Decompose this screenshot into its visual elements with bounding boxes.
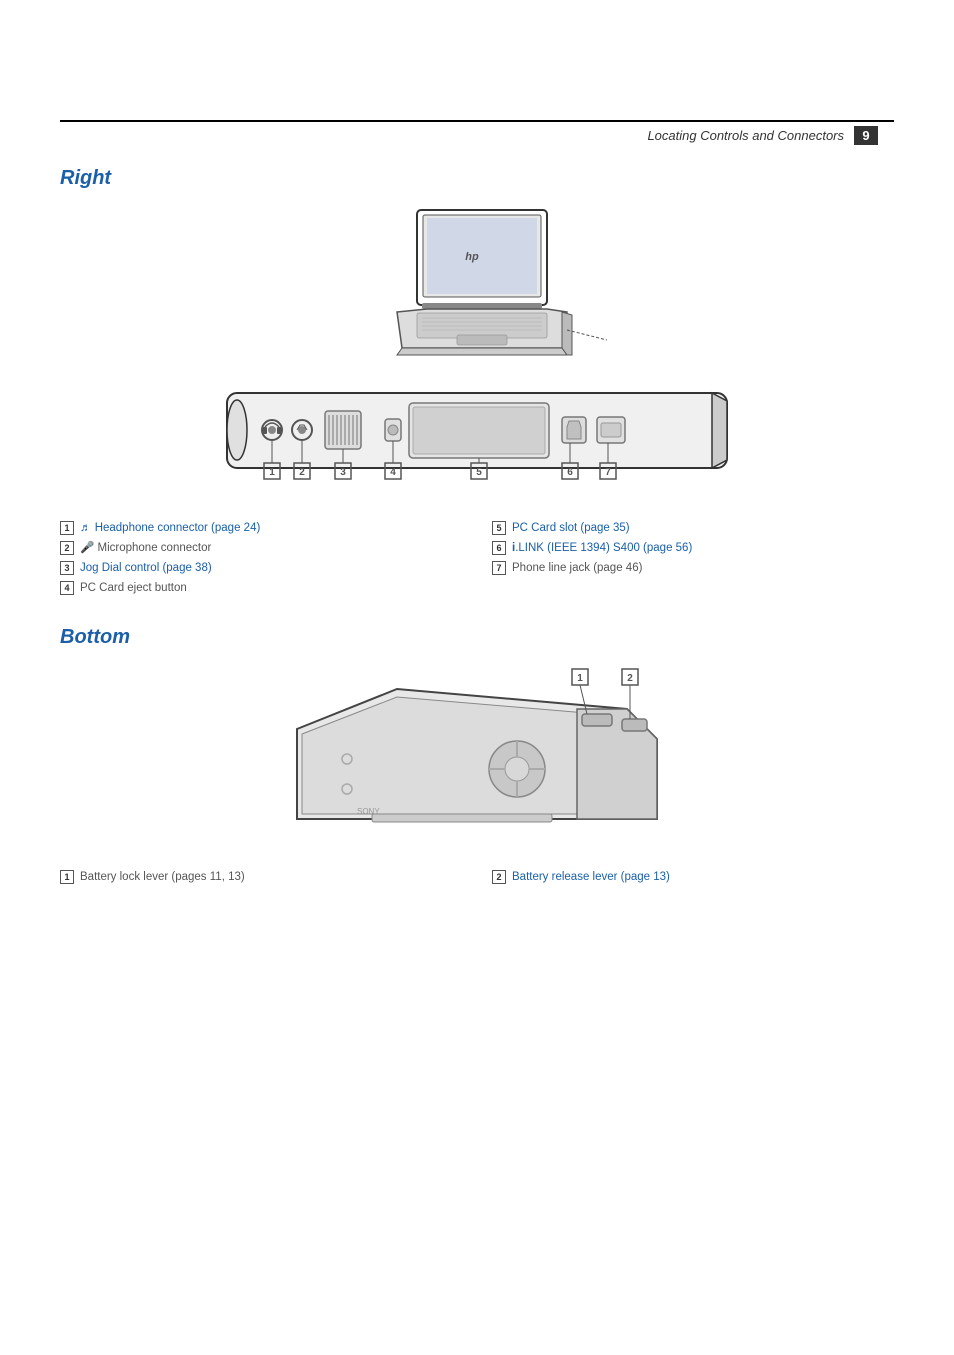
label-num-6: 6 [492, 541, 506, 555]
svg-text:1: 1 [577, 673, 583, 684]
label-item-2: 2 🎤 Microphone connector [60, 540, 462, 556]
label-text-6: i.LINK (IEEE 1394) S400 (page 56) [512, 540, 692, 556]
svg-text:2: 2 [299, 467, 305, 478]
svg-text:hp: hp [465, 251, 479, 263]
svg-text:3: 3 [340, 467, 346, 478]
label-item-1: 1 ♬ Headphone connector (page 24) [60, 520, 462, 536]
page-container: Locating Controls and Connectors 9 Right… [0, 120, 954, 1355]
label-text-2: 🎤 Microphone connector [80, 540, 211, 556]
right-labels-grid: 1 ♬ Headphone connector (page 24) 5 PC C… [60, 520, 894, 596]
right-section-heading: Right [60, 167, 894, 190]
header-bar: Locating Controls and Connectors 9 [60, 120, 894, 149]
bottom-diagram-area: 1 2 SONY [60, 659, 894, 859]
bottom-label-text-1: Battery lock lever (pages 11, 13) [80, 869, 245, 885]
label-num-3: 3 [60, 561, 74, 575]
page-number: 9 [854, 126, 878, 145]
label-num-1: 1 [60, 521, 74, 535]
svg-text:7: 7 [605, 467, 611, 478]
bottom-label-item-2: 2 Battery release lever (page 13) [492, 869, 894, 885]
label-num-2: 2 [60, 541, 74, 555]
svg-text:2: 2 [627, 673, 633, 684]
label-num-7: 7 [492, 561, 506, 575]
bottom-label-item-1: 1 Battery lock lever (pages 11, 13) [60, 869, 462, 885]
label-item-4: 4 PC Card eject button [60, 580, 462, 596]
svg-text:5: 5 [476, 467, 482, 478]
svg-text:6: 6 [567, 467, 573, 478]
bottom-label-text-2: Battery release lever (page 13) [512, 869, 670, 885]
label-text-4: PC Card eject button [80, 580, 187, 596]
label-text-5: PC Card slot (page 35) [512, 520, 630, 536]
bottom-section-heading: Bottom [60, 626, 894, 649]
label-num-4: 4 [60, 581, 74, 595]
label-text-7: Phone line jack (page 46) [512, 560, 642, 576]
label-item-empty [492, 580, 894, 596]
bottom-labels-grid: 1 Battery lock lever (pages 11, 13) 2 Ba… [60, 869, 894, 885]
label-text-1: ♬ Headphone connector (page 24) [80, 520, 260, 536]
right-diagram-area: hp [60, 200, 894, 506]
label-item-3: 3 Jog Dial control (page 38) [60, 560, 462, 576]
laptop-illustration: hp [347, 200, 607, 383]
label-text-3: Jog Dial control (page 38) [80, 560, 212, 576]
svg-text:1: 1 [269, 467, 275, 478]
bottom-label-num-1: 1 [60, 870, 74, 884]
svg-text:4: 4 [390, 467, 396, 478]
label-item-6: 6 i.LINK (IEEE 1394) S400 (page 56) [492, 540, 894, 556]
side-panel-illustration: 1 2 3 4 5 6 7 [207, 373, 747, 506]
label-item-5: 5 PC Card slot (page 35) [492, 520, 894, 536]
label-num-5: 5 [492, 521, 506, 535]
header-title: Locating Controls and Connectors [647, 128, 844, 143]
bottom-label-num-2: 2 [492, 870, 506, 884]
label-item-7: 7 Phone line jack (page 46) [492, 560, 894, 576]
